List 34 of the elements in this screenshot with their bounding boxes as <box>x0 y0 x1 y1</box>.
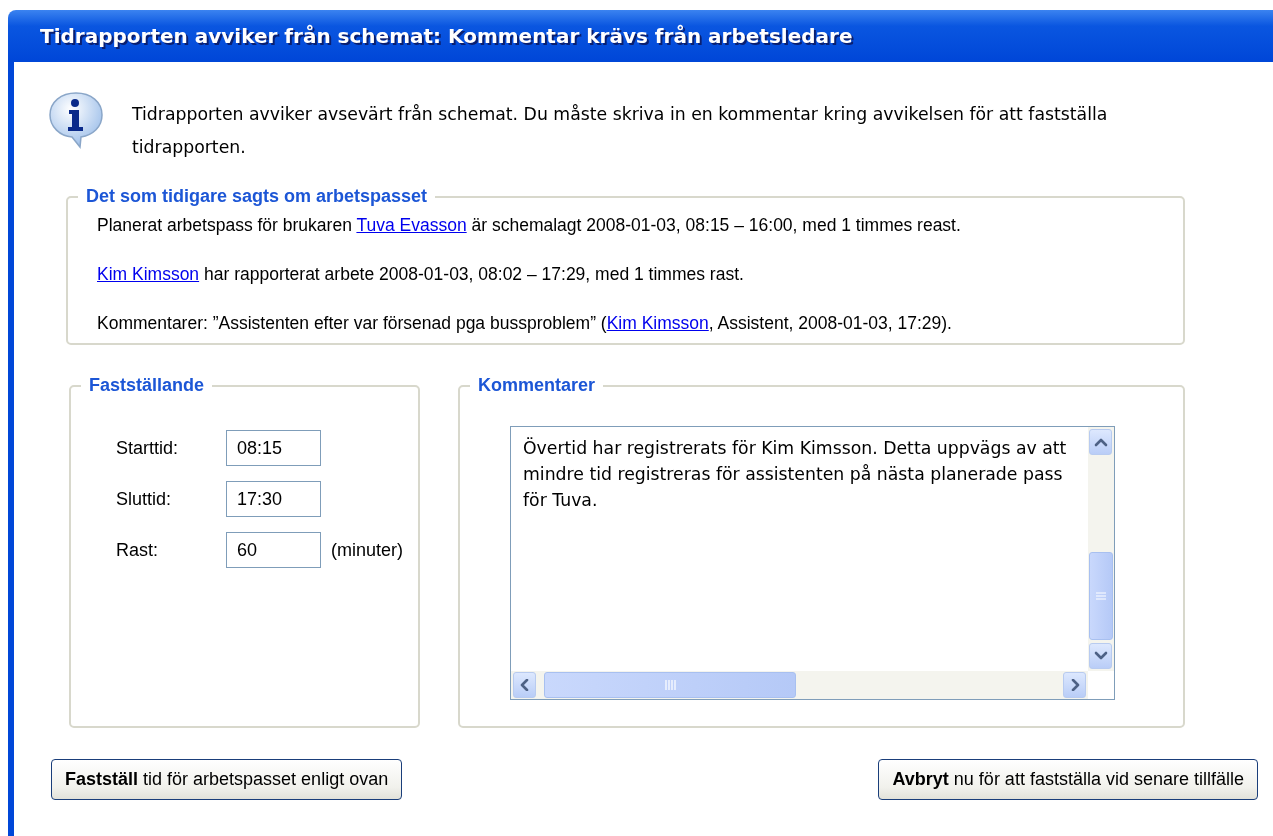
scroll-thumb[interactable] <box>544 672 796 698</box>
action-button[interactable]: Avbryt nu för att fastställa vid senare tillfälle <box>878 759 1258 800</box>
info-message: Tidrapporten avviker avsevärt från schemat. Du måste skriva in en kommentar kring avvikelsen för att fastställa tidrapporten. <box>132 103 1109 159</box>
chevron-icon <box>1093 436 1108 448</box>
field-label: Sluttid: <box>116 488 173 510</box>
history-sentence: Kim Kimsson har rapporterat arbete 2008-01-03, 08:02 – 17:29, med 1 timmes rast. <box>97 263 745 286</box>
group-title: Det som tidigare sagts om arbetspasset <box>85 186 429 207</box>
vertical-scrollbar[interactable] <box>1088 427 1114 671</box>
time-field[interactable]: 17:30 <box>226 481 321 517</box>
person-link[interactable]: Tuva Evasson <box>356 215 467 235</box>
field-label: Rast: <box>116 539 159 561</box>
field-label: Starttid: <box>116 437 180 459</box>
horizontal-scrollbar[interactable] <box>511 671 1088 699</box>
scroll-up-button[interactable] <box>1089 429 1112 455</box>
person-link[interactable]: Kim Kimsson <box>97 264 200 284</box>
unit-label: (minuter) <box>331 539 404 561</box>
scroll-right-button[interactable] <box>1063 672 1086 698</box>
time-field[interactable]: 60 <box>226 532 321 568</box>
person-link[interactable]: Kim Kimsson <box>606 313 709 333</box>
history-sentence: Planerat arbetspass för brukaren Tuva Evasson är schemalagt 2008-01-03, 08:15 – 16:00, med 1 timmes reast. <box>97 214 962 237</box>
action-button[interactable]: Fastställ tid för arbetspasset enligt ovan <box>51 759 403 800</box>
window-title: Tidrapporten avviker från schemat: Kommentar krävs från arbetsledare <box>39 23 854 50</box>
grip-icon <box>664 680 676 690</box>
group-title: Fastställande <box>88 375 206 396</box>
comment-field[interactable]: Övertid har registrerats för Kim Kimsson. Detta uppvägs av att mindre tid registreras för assistenten på nästa planerade pass för Tuva. <box>510 426 1115 700</box>
scroll-left-button[interactable] <box>513 672 536 698</box>
group-title: Kommentarer <box>477 375 597 396</box>
info-icon <box>46 90 106 150</box>
history-sentence: Kommentarer: ”Assistenten efter var försenad pga bussproblem” (Kim Kimsson, Assistent, 2008-01-03, 17:29). <box>97 312 953 335</box>
chevron-icon <box>1093 650 1108 662</box>
time-field[interactable]: 08:15 <box>226 430 321 466</box>
grip-icon <box>1096 591 1106 601</box>
scroll-thumb[interactable] <box>1089 552 1113 640</box>
scroll-down-button[interactable] <box>1089 643 1112 669</box>
